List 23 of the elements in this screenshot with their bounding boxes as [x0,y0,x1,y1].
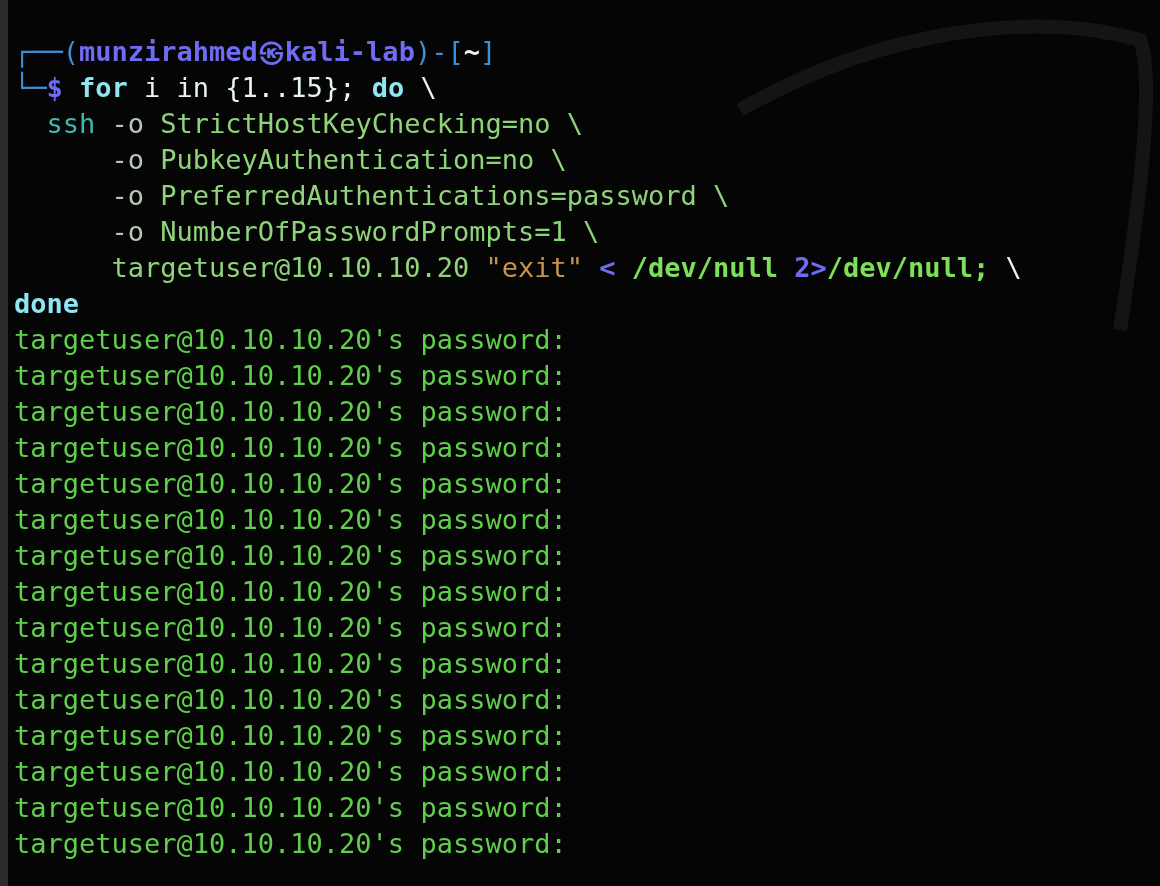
output-line: targetuser@10.10.10.20's password: [14,719,567,753]
output-line: targetuser@10.10.10.20's password: [14,467,567,501]
output-line: targetuser@10.10.10.20's password: [14,539,567,573]
output-line: targetuser@10.10.10.20's password: [14,575,567,609]
output-line: targetuser@10.10.10.20's password: [14,503,567,537]
output-line: targetuser@10.10.10.20's password: [14,611,567,645]
command-line: -o PreferredAuthentications=password \ [110,179,730,213]
command-line: targetuser@10.10.10.20 "exit" < /dev/null 2>/dev/null; \ [110,251,1022,285]
output-line: targetuser@10.10.10.20's password: [14,791,567,825]
command-line: -o NumberOfPasswordPrompts=1 \ [110,215,600,249]
command-line: -o PubkeyAuthentication=no \ [110,143,567,177]
output-line: targetuser@10.10.10.20's password: [14,755,567,789]
output-line: targetuser@10.10.10.20's password: [14,395,567,429]
output-line: targetuser@10.10.10.20's password: [14,647,567,681]
command-line: ssh -o StrictHostKeyChecking=no \ [45,107,583,141]
output-line: targetuser@10.10.10.20's password: [14,431,567,465]
command-line: ┌──(munzirahmed㉿kali-lab)-[~] [14,35,497,70]
output-line: targetuser@10.10.10.20's password: [14,827,567,861]
output-line: targetuser@10.10.10.20's password: [14,683,567,717]
command-line: └─$ for i in {1..15}; do \ [14,70,437,105]
output-line: targetuser@10.10.10.20's password: [14,359,567,393]
command-line: done [14,287,80,321]
output-line: targetuser@10.10.10.20's password: [14,323,567,357]
